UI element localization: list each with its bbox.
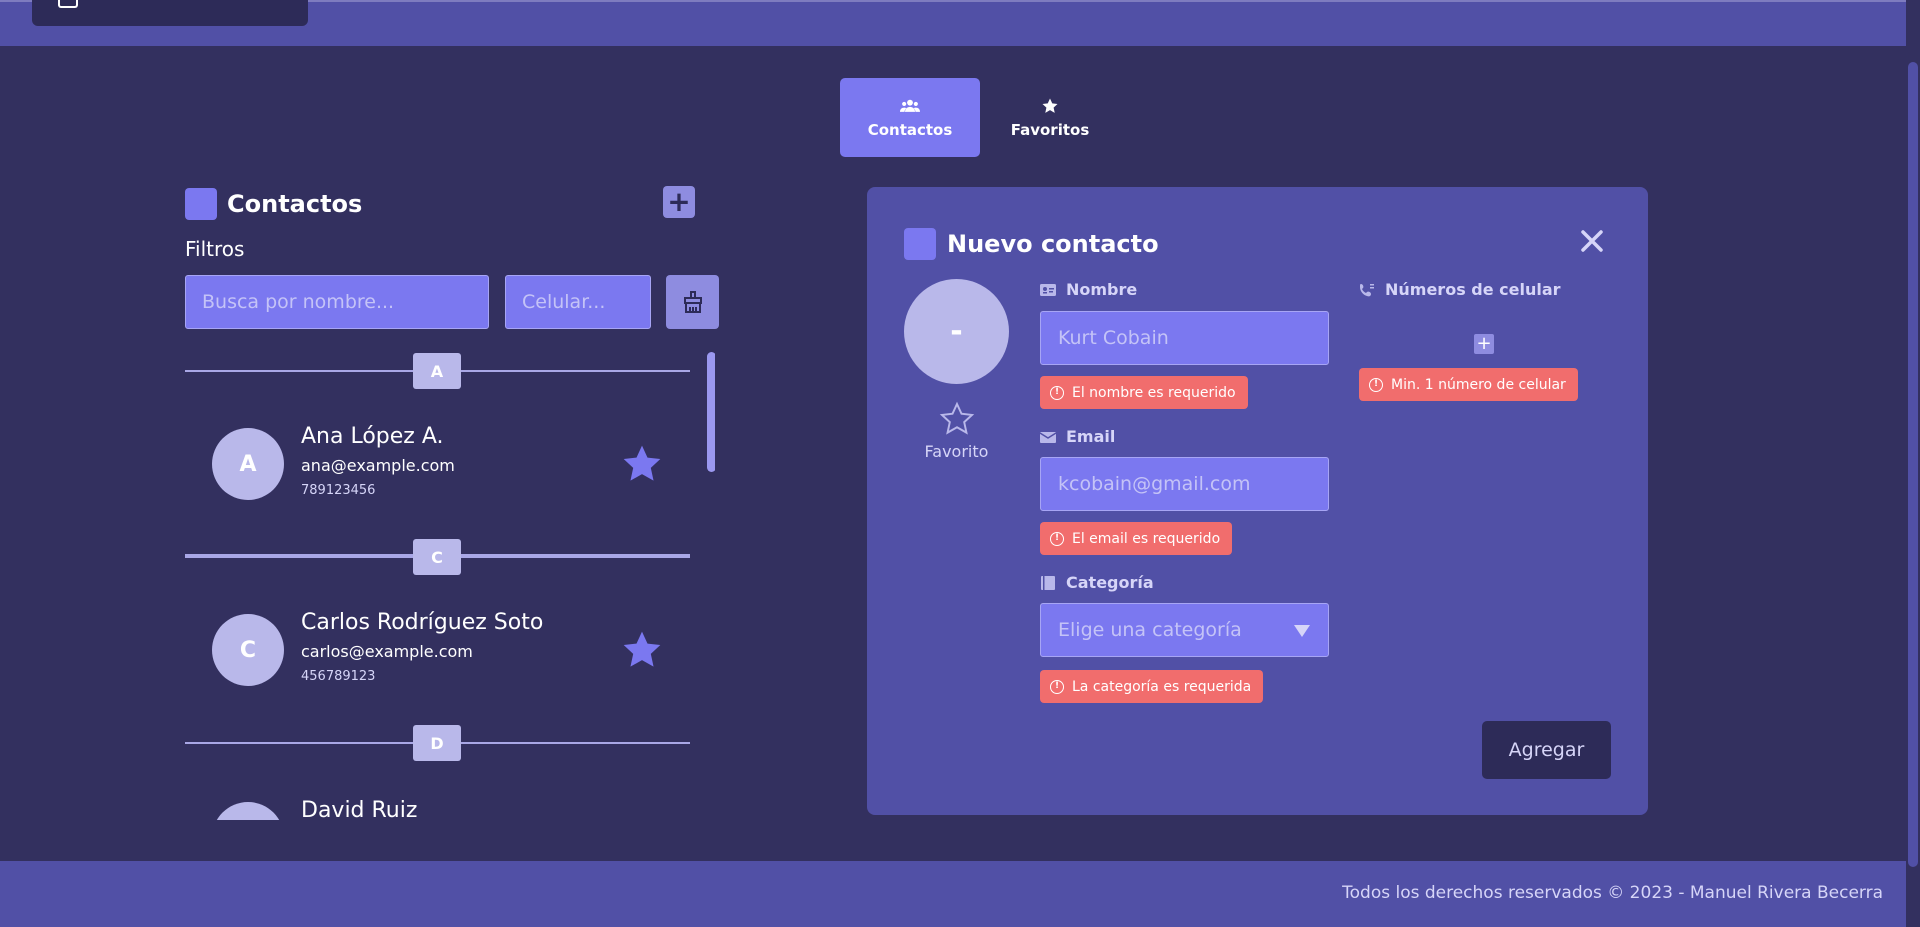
contact-name: David Ruiz (301, 798, 418, 820)
avatar: C (212, 614, 284, 686)
name-label-text: Nombre (1066, 280, 1138, 299)
email-input[interactable]: kcobain@gmail.com (1040, 457, 1329, 511)
group-letter: C (413, 539, 461, 575)
contact-name: Carlos Rodríguez Soto (301, 610, 544, 635)
tab-label: Favoritos (1010, 120, 1090, 139)
star-outline-icon[interactable] (939, 401, 975, 437)
alert-icon: ! (1050, 385, 1064, 400)
plus-icon: + (1476, 333, 1492, 354)
group-letter: D (413, 725, 461, 761)
top-menu-button[interactable] (32, 0, 308, 26)
star-icon (1042, 98, 1058, 113)
category-select[interactable]: Elige una categoría (1040, 603, 1329, 657)
contact-card[interactable]: C Carlos Rodríguez Soto carlos@example.c… (212, 610, 672, 694)
contact-phone: 456789123 (301, 669, 376, 684)
email-label-text: Email (1066, 427, 1116, 446)
category-select-text: Elige una categoría (1058, 619, 1242, 641)
filters-label: Filtros (185, 237, 245, 261)
avatar: A (212, 428, 284, 500)
envelope-icon (1040, 431, 1056, 443)
contact-phone: 789123456 (301, 483, 376, 498)
new-contact-modal: Nuevo contacto - Favorito Nombre Kurt Co… (867, 187, 1648, 815)
menu-icon (58, 0, 78, 8)
name-input[interactable]: Kurt Cobain (1040, 311, 1329, 365)
avatar: D (212, 802, 284, 820)
contact-email: ana@example.com (301, 456, 455, 475)
page-scrollbar-thumb[interactable] (1908, 62, 1918, 867)
modal-header: Nuevo contacto (904, 228, 1159, 260)
contacts-list[interactable]: A A Ana López A. ana@example.com 7891234… (185, 350, 715, 820)
email-error: ! El email es requerido (1040, 522, 1233, 555)
category-error: ! La categoría es requerida (1040, 670, 1264, 703)
contacts-header: Contactos (185, 188, 362, 220)
phones-label: Números de celular (1359, 280, 1561, 299)
name-label: Nombre (1040, 280, 1137, 299)
page-scrollbar[interactable] (1906, 0, 1920, 927)
modal-title: Nuevo contacto (947, 230, 1159, 258)
plus-icon: + (667, 185, 691, 218)
photo-picker[interactable]: - (904, 279, 1009, 384)
contact-card[interactable]: A Ana López A. ana@example.com 789123456 (212, 424, 672, 508)
footer-text: Todos los derechos reservados © 2023 - M… (1342, 883, 1883, 903)
favorite-star-icon[interactable] (620, 442, 664, 486)
contact-card[interactable]: D David Ruiz (212, 798, 672, 820)
contact-email: carlos@example.com (301, 642, 473, 661)
tab-contactos[interactable]: Contactos (840, 78, 980, 157)
chevron-down-icon (1294, 625, 1310, 637)
broom-icon (683, 291, 702, 313)
close-icon[interactable] (1578, 227, 1606, 255)
favorite-star-icon[interactable] (620, 628, 664, 672)
alert-icon: ! (1369, 377, 1383, 392)
phone-list-icon (1360, 283, 1374, 296)
category-label-text: Categoría (1066, 573, 1154, 592)
email-error-text: El email es requerido (1072, 530, 1221, 547)
main-tabs: Contactos Favoritos (840, 78, 1120, 157)
phones-label-text: Números de celular (1385, 280, 1561, 299)
phones-error-text: Min. 1 número de celular (1391, 376, 1566, 393)
alert-icon: ! (1050, 531, 1064, 546)
name-error: ! El nombre es requerido (1040, 376, 1248, 409)
add-contact-button[interactable]: + (663, 186, 695, 218)
contact-name: Ana López A. (301, 424, 444, 449)
tab-favoritos[interactable]: Favoritos (980, 78, 1120, 157)
group-letter: A (413, 353, 461, 389)
category-error-text: La categoría es requerida (1072, 678, 1252, 695)
phone-filter-input[interactable]: Celular... (505, 275, 651, 329)
users-icon (900, 99, 920, 112)
contacts-logo (185, 188, 217, 220)
id-card-icon (1040, 283, 1056, 296)
book-icon (1041, 575, 1055, 590)
name-filter-input[interactable]: Busca por nombre... (185, 275, 489, 329)
contacts-panel: Contactos + Filtros Busca por nombre... … (185, 182, 725, 820)
name-error-text: El nombre es requerido (1072, 384, 1236, 401)
category-label: Categoría (1040, 573, 1154, 592)
tab-label: Contactos (867, 120, 953, 139)
modal-logo (904, 228, 936, 260)
footer: Todos los derechos reservados © 2023 - M… (0, 861, 1906, 927)
phones-error: ! Min. 1 número de celular (1359, 368, 1578, 401)
contacts-title: Contactos (227, 190, 363, 218)
clear-filters-button[interactable] (666, 275, 719, 329)
alert-icon: ! (1050, 679, 1064, 694)
email-label: Email (1040, 427, 1115, 446)
add-phone-button[interactable]: + (1474, 334, 1494, 354)
favorite-label: Favorito (924, 442, 989, 461)
top-navbar (0, 0, 1906, 46)
list-scrollbar-thumb[interactable] (707, 352, 715, 472)
submit-button[interactable]: Agregar (1482, 721, 1611, 779)
